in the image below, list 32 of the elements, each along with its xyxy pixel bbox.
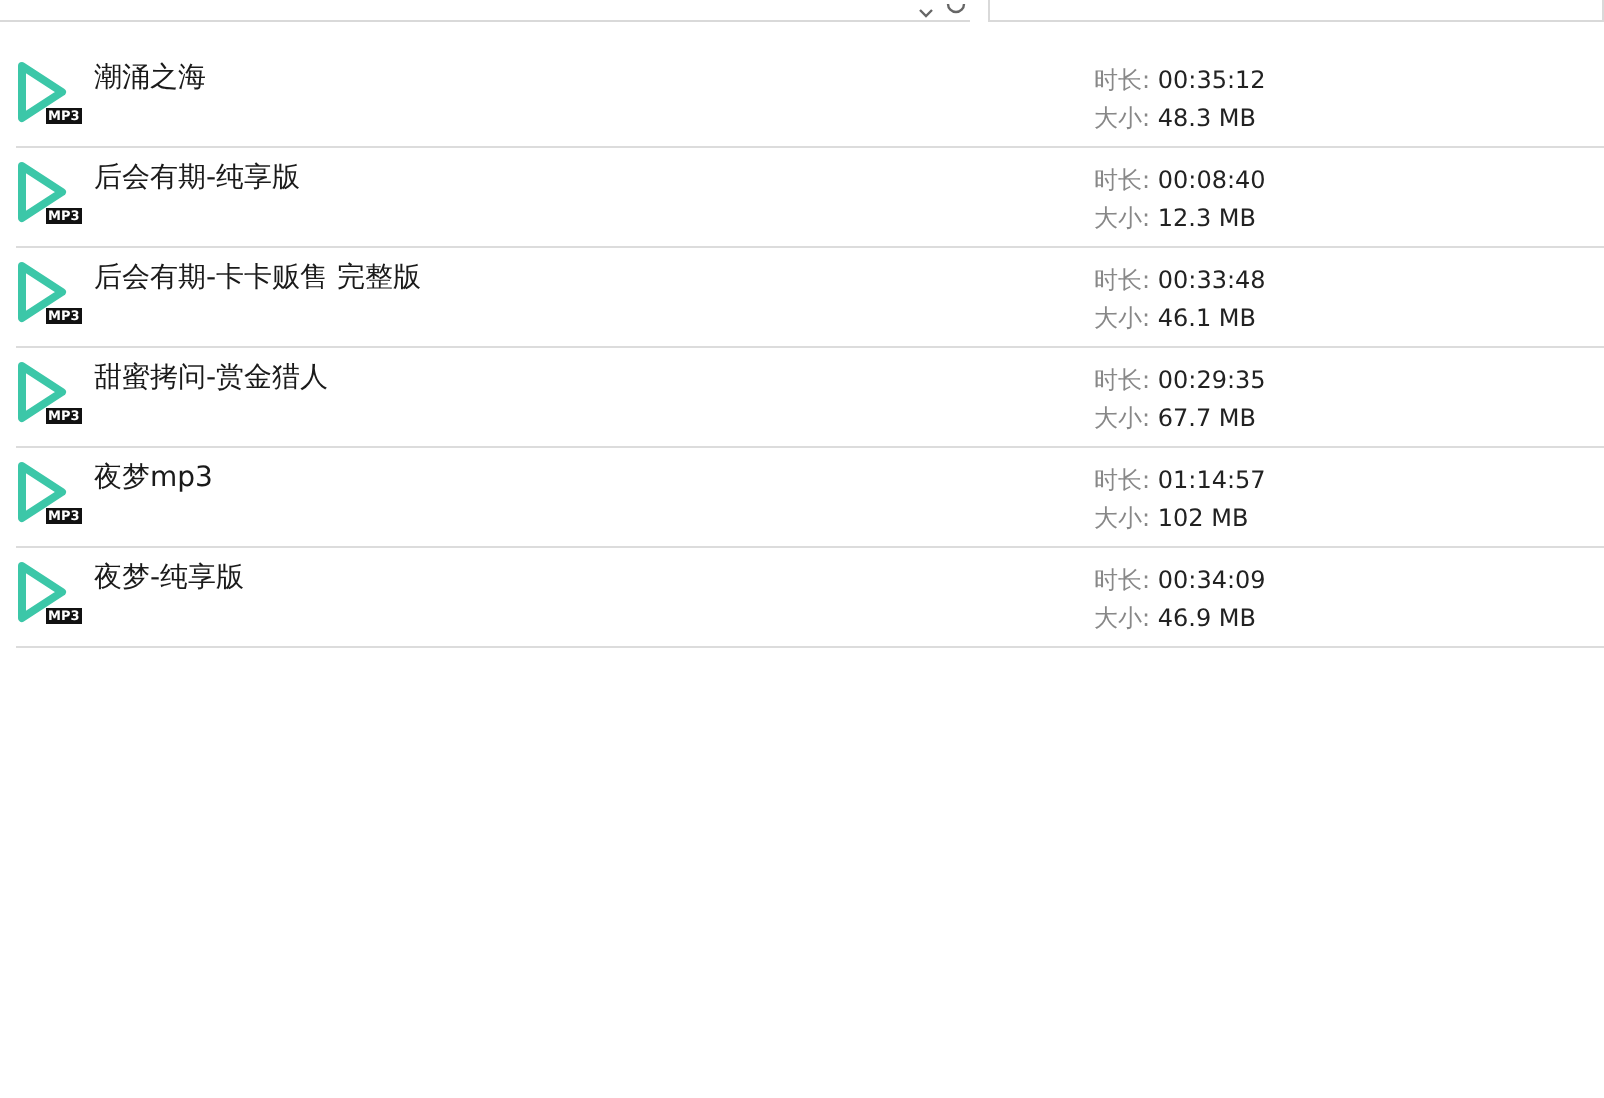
- size-value: 48.3 MB: [1157, 104, 1256, 132]
- duration-label: 时长:: [1094, 266, 1151, 294]
- size-label: 大小:: [1094, 104, 1151, 132]
- duration-value: 00:29:35: [1157, 366, 1266, 394]
- file-name[interactable]: 夜梦mp3: [94, 458, 1094, 546]
- size-label: 大小:: [1094, 304, 1151, 332]
- duration-value: 01:14:57: [1157, 466, 1266, 494]
- size-value: 46.9 MB: [1157, 604, 1256, 632]
- duration-label: 时长:: [1094, 166, 1151, 194]
- duration-label: 时长:: [1094, 66, 1151, 94]
- duration-value: 00:34:09: [1157, 566, 1266, 594]
- duration-value: 00:35:12: [1157, 66, 1266, 94]
- duration-label: 时长:: [1094, 566, 1151, 594]
- size-label: 大小:: [1094, 604, 1151, 632]
- size-label: 大小:: [1094, 404, 1151, 432]
- size-value: 46.1 MB: [1157, 304, 1256, 332]
- duration-label: 时长:: [1094, 466, 1151, 494]
- size-value: 67.7 MB: [1157, 404, 1256, 432]
- size-value: 12.3 MB: [1157, 204, 1256, 232]
- size-label: 大小:: [1094, 504, 1151, 532]
- size-value: 102 MB: [1157, 504, 1249, 532]
- search-field[interactable]: [988, 0, 1604, 22]
- file-name[interactable]: 后会有期-纯享版: [94, 158, 1094, 246]
- file-name[interactable]: 夜梦-纯享版: [94, 558, 1094, 646]
- duration-label: 时长:: [1094, 366, 1151, 394]
- duration-value: 00:33:48: [1157, 266, 1266, 294]
- size-label: 大小:: [1094, 204, 1151, 232]
- file-name[interactable]: 潮涌之海: [94, 58, 1094, 146]
- chevron-down-icon[interactable]: [918, 8, 934, 20]
- file-name[interactable]: 甜蜜拷问-赏金猎人: [94, 358, 1094, 446]
- file-name[interactable]: 后会有期-卡卡贩售 完整版: [94, 258, 1094, 346]
- duration-value: 00:08:40: [1157, 166, 1266, 194]
